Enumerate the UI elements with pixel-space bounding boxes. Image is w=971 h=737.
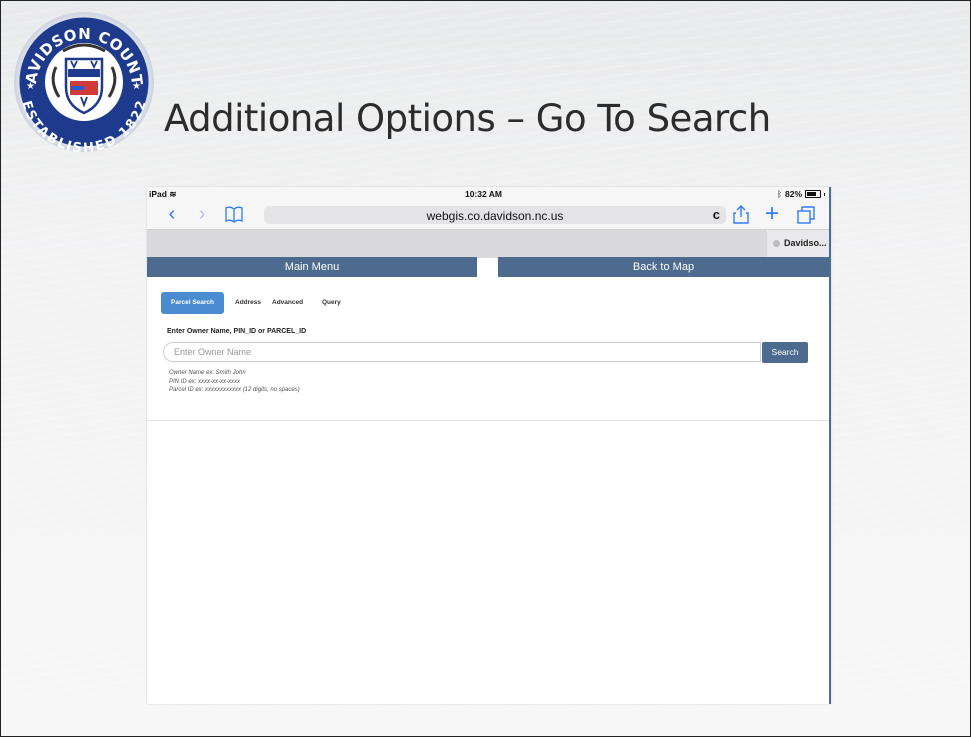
tab-parcel-search[interactable]: Parcel Search	[161, 292, 225, 314]
slide-title: Additional Options – Go To Search	[164, 97, 771, 140]
address-bar[interactable]: webgis.co.davidson.nc.us c	[264, 206, 726, 224]
svg-text:★: ★	[26, 81, 35, 92]
browser-tab[interactable]: Davidso...	[767, 230, 829, 258]
battery-icon	[805, 190, 821, 198]
status-time: 10:32 AM	[465, 189, 503, 199]
davidson-county-seal: DAVIDSON COUNTY ESTABLISHED 1822 ★ ★	[11, 9, 154, 155]
tab-advanced[interactable]: Advanced	[272, 292, 303, 314]
main-menu-button[interactable]: Main Menu	[147, 257, 477, 277]
svg-text:★: ★	[132, 81, 141, 92]
hint-pin-id: PIN ID ex: xxxx-xx-xx-xxxx	[169, 378, 241, 385]
share-icon[interactable]	[730, 203, 752, 225]
search-hints: Owner Name ex: Smith John PIN ID ex: xxx…	[169, 369, 300, 395]
search-button[interactable]: Search	[762, 342, 808, 363]
status-right: ᛒ 82%	[777, 189, 825, 199]
bluetooth-icon: ᛒ	[776, 189, 782, 199]
reload-icon[interactable]: c	[713, 207, 720, 222]
wifi-icon: ≋	[169, 189, 177, 199]
ipad-screenshot: iPad ≋ 10:32 AM ᛒ 82% ‹ › webgis.co.davi…	[147, 187, 831, 704]
browser-tab-title: Davidso...	[784, 238, 827, 248]
forward-arrow-icon[interactable]: ›	[191, 203, 213, 225]
browser-tab-strip: Davidso...	[147, 229, 829, 258]
back-arrow-icon[interactable]: ‹	[161, 203, 183, 225]
search-field-label: Enter Owner Name, PIN_ID or PARCEL_ID	[167, 328, 307, 335]
safari-toolbar: ‹ › webgis.co.davidson.nc.us c +	[147, 201, 829, 229]
tab-favicon-icon	[773, 240, 780, 247]
battery-percent: 82%	[784, 189, 802, 199]
panel-divider	[147, 420, 829, 421]
new-tab-plus-icon[interactable]: +	[761, 202, 783, 226]
tab-address[interactable]: Address	[235, 292, 261, 314]
tabs-overview-icon[interactable]	[795, 203, 817, 225]
hint-parcel-id: Parcel ID ex: xxxxxxxxxxxx (12 digits, n…	[169, 387, 300, 394]
url-text: webgis.co.davidson.nc.us	[426, 209, 564, 223]
slide: DAVIDSON COUNTY ESTABLISHED 1822 ★ ★ Add…	[0, 0, 971, 737]
status-device: iPad ≋	[149, 189, 177, 199]
tab-query[interactable]: Query	[322, 292, 341, 314]
hint-owner-name: Owner Name ex: Smith John	[169, 370, 246, 376]
owner-search-input[interactable]	[163, 342, 761, 362]
back-to-map-button[interactable]: Back to Map	[498, 257, 829, 277]
ios-status-bar: iPad ≋ 10:32 AM ᛒ 82%	[147, 187, 829, 201]
bookmarks-icon[interactable]	[223, 203, 245, 225]
